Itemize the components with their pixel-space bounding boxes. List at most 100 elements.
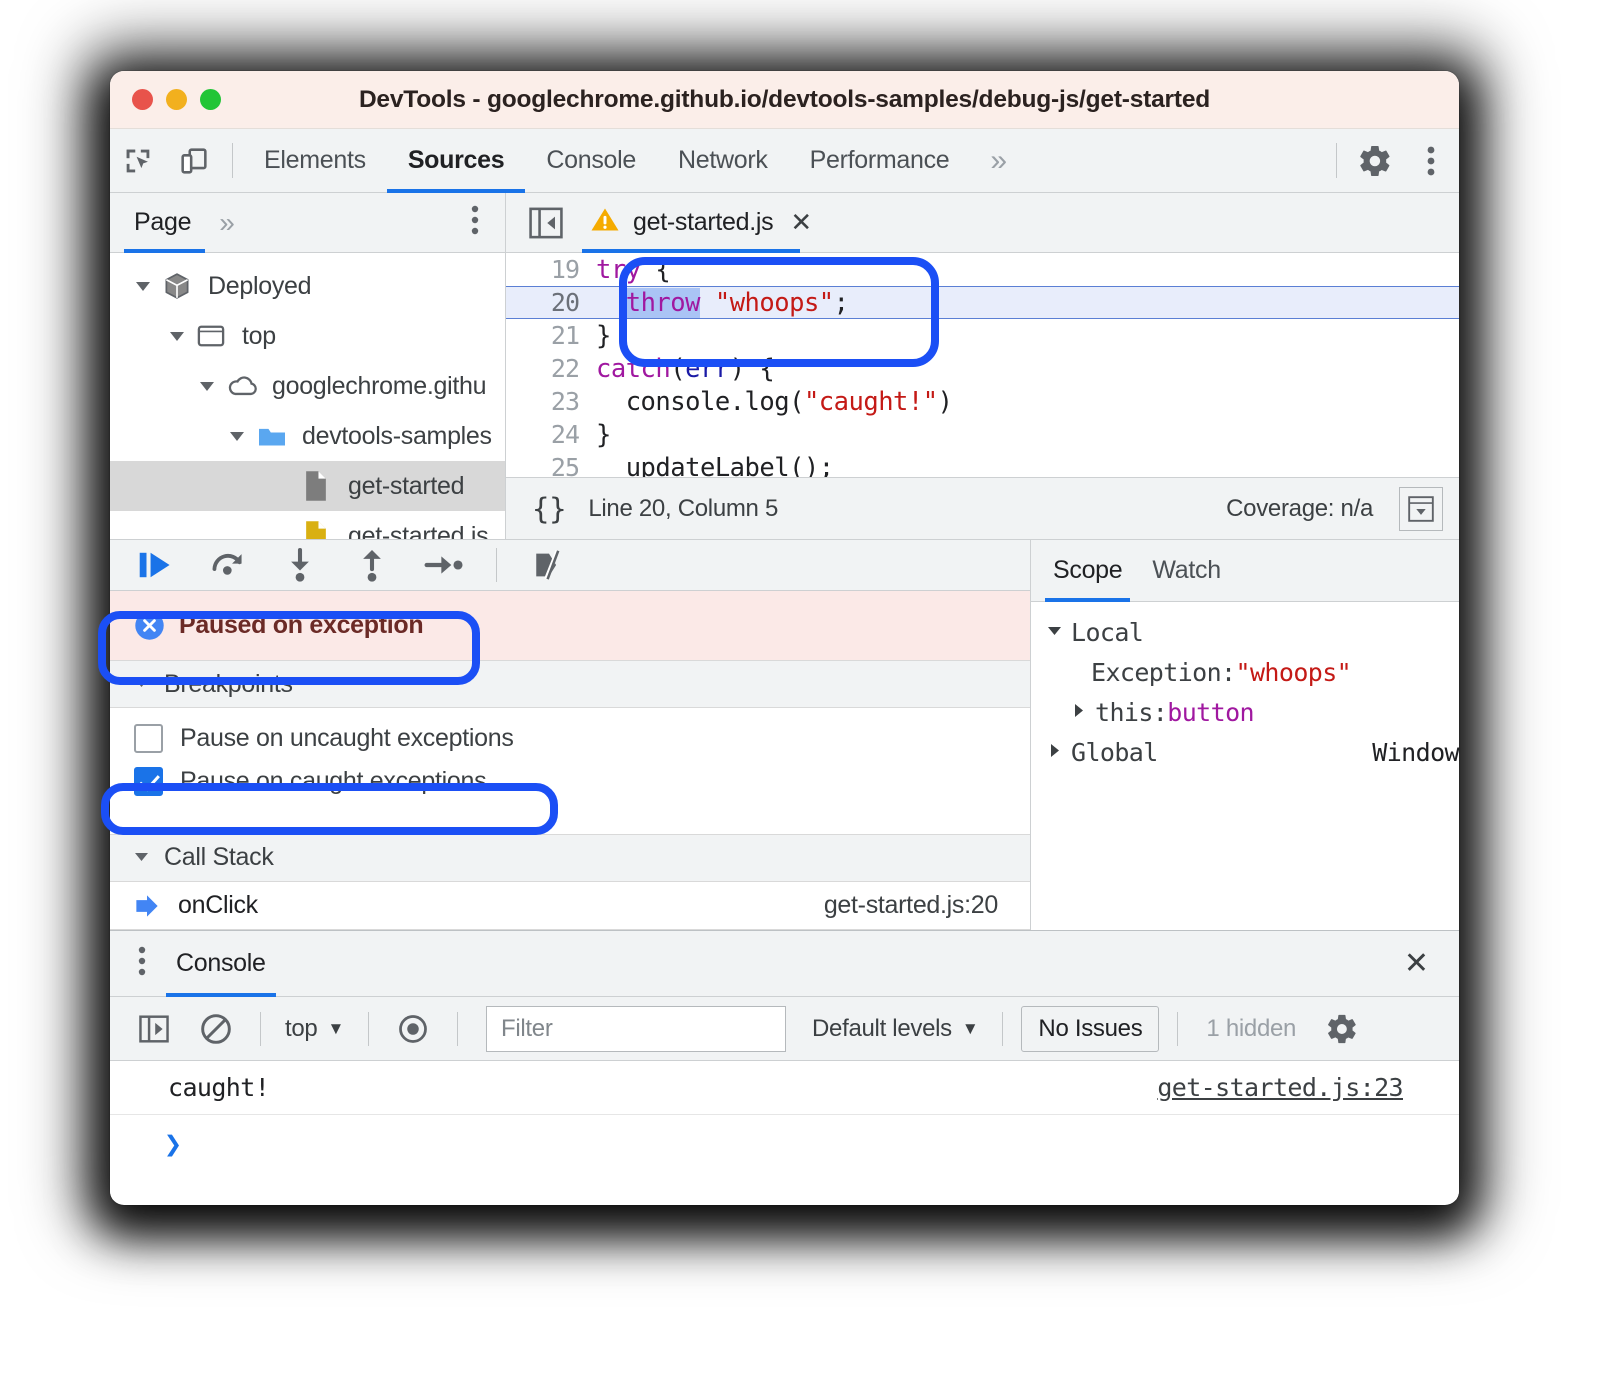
call-stack-header-label: Call Stack <box>164 843 274 872</box>
chevron-down-icon[interactable] <box>132 847 154 869</box>
editor-tab-get-started-js[interactable]: get-started.js ✕ <box>582 193 812 253</box>
editor-status-bar: {} Line 20, Column 5 Coverage: n/a <box>506 477 1459 539</box>
navigator-more-vertical-icon[interactable] <box>471 204 479 241</box>
chevron-right-icon[interactable] <box>1045 741 1067 763</box>
code-line: 23 console.log("caught!") <box>506 385 1459 418</box>
pause-exception-icon <box>134 610 165 641</box>
tab-sources[interactable]: Sources <box>386 129 526 193</box>
more-tabs-chevron-icon[interactable]: » <box>970 129 1027 192</box>
chevron-down-icon[interactable] <box>166 325 188 347</box>
console-message-row: caught! get-started.js:23 <box>110 1061 1459 1115</box>
close-icon[interactable]: ✕ <box>1404 946 1429 981</box>
code-line-current: 20 throw "whoops"; <box>506 286 1459 319</box>
chevron-down-icon[interactable] <box>132 275 154 297</box>
line-number: 19 <box>550 255 580 284</box>
show-navigator-icon[interactable] <box>528 206 564 240</box>
drawer-tabbar: Console ✕ <box>110 931 1459 997</box>
line-content: } <box>596 419 611 450</box>
inspect-element-icon[interactable] <box>110 129 166 192</box>
call-stack-section-header[interactable]: Call Stack <box>110 834 1030 883</box>
device-toolbar-icon[interactable] <box>166 129 222 192</box>
call-stack-frame-name: onClick <box>178 891 258 920</box>
chevron-down-icon: ▼ <box>327 1018 344 1038</box>
tree-label: top <box>242 321 276 350</box>
resume-script-execution-icon[interactable] <box>128 541 184 589</box>
close-icon[interactable]: ✕ <box>790 207 812 238</box>
pause-uncaught-exceptions-row[interactable]: Pause on uncaught exceptions <box>110 716 1030 759</box>
document-yellow-icon <box>302 521 336 539</box>
pause-uncaught-checkbox[interactable] <box>134 723 163 753</box>
step-icon[interactable] <box>416 541 472 589</box>
console-levels-selector[interactable]: Default levels ▼ <box>806 1015 984 1043</box>
debugger-toolbar-divider <box>496 547 497 582</box>
tree-item-deployed[interactable]: Deployed <box>110 261 505 311</box>
breakpoints-empty-space <box>110 803 1030 835</box>
tab-performance[interactable]: Performance <box>789 129 971 192</box>
screenshot-root: DevTools - googlechrome.github.io/devtoo… <box>0 0 1616 1388</box>
step-out-icon[interactable] <box>344 541 400 589</box>
no-issues-button[interactable]: No Issues <box>1021 1005 1160 1052</box>
scope-row-global[interactable]: Global Window <box>1031 732 1459 772</box>
line-content: } <box>596 320 611 351</box>
pause-caught-exceptions-row[interactable]: Pause on caught exceptions <box>110 760 1030 803</box>
clear-console-icon[interactable] <box>190 1006 242 1052</box>
step-into-icon[interactable] <box>272 541 328 589</box>
chevron-right-icon[interactable] <box>1069 701 1091 723</box>
tree-item-top[interactable]: top <box>110 311 505 361</box>
tree-item-folder[interactable]: devtools-samples <box>110 411 505 461</box>
navigator-more-chevron-icon[interactable]: » <box>219 207 235 239</box>
line-number: 22 <box>550 354 580 383</box>
pause-caught-label: Pause on caught exceptions <box>180 767 487 796</box>
breakpoints-section-header[interactable]: Breakpoints <box>110 660 1030 709</box>
step-over-icon[interactable] <box>200 541 256 589</box>
console-message-source-link[interactable]: get-started.js:23 <box>1157 1073 1403 1102</box>
scope-key: Exception: <box>1091 657 1236 687</box>
gear-icon[interactable] <box>1316 1006 1368 1052</box>
paused-on-exception-banner: Paused on exception <box>110 590 1030 661</box>
gear-icon[interactable] <box>1347 129 1403 192</box>
maximize-window-button[interactable] <box>200 89 221 110</box>
chevron-down-icon[interactable] <box>132 673 154 695</box>
tree-item-get-started-js[interactable]: get-started.js <box>110 511 505 539</box>
call-stack-frame-row[interactable]: onClick get-started.js:20 <box>110 882 1030 930</box>
console-sidebar-icon[interactable] <box>128 1006 180 1052</box>
call-stack-frame-location: get-started.js:20 <box>823 891 998 920</box>
pretty-print-icon[interactable]: {} <box>532 492 567 526</box>
scope-key: Local <box>1071 617 1144 647</box>
tab-scope[interactable]: Scope <box>1044 540 1131 602</box>
live-expression-icon[interactable] <box>387 1006 439 1052</box>
tab-elements[interactable]: Elements <box>243 129 387 192</box>
chevron-down-icon[interactable] <box>196 375 218 397</box>
console-context-selector[interactable]: top ▼ <box>279 1015 350 1043</box>
code-line: 22 catch(err) { <box>506 352 1459 385</box>
minimize-window-button[interactable] <box>166 89 187 110</box>
close-window-button[interactable] <box>132 89 153 110</box>
debugger-area: Paused on exception Breakpoints Pause on… <box>110 539 1459 930</box>
chevron-down-icon[interactable] <box>226 425 248 447</box>
tab-network[interactable]: Network <box>657 129 789 192</box>
navigator-tab-page[interactable]: Page <box>123 193 206 253</box>
chevron-down-icon[interactable] <box>1045 621 1067 643</box>
code-editor[interactable]: 19 try { 20 throw "whoops"; 21 } 22 catc… <box>506 253 1459 477</box>
console-context-label: top <box>285 1014 318 1042</box>
tab-watch[interactable]: Watch <box>1152 540 1221 601</box>
drawer-toggle-icon[interactable] <box>1399 486 1443 531</box>
tab-console[interactable]: Console <box>525 129 657 192</box>
deactivate-breakpoints-icon[interactable] <box>521 541 577 589</box>
pause-caught-checkbox[interactable] <box>134 767 163 797</box>
line-number: 24 <box>550 420 580 449</box>
scope-tabbar: Scope Watch <box>1031 540 1459 602</box>
line-number: 23 <box>550 387 580 416</box>
drawer-more-vertical-icon[interactable] <box>138 945 146 982</box>
more-vertical-icon[interactable] <box>1403 129 1459 192</box>
scope-pane: Scope Watch Local Exception: "whoops" th… <box>1031 540 1459 930</box>
console-filter-input[interactable]: Filter <box>486 1005 786 1052</box>
scope-row-this[interactable]: this: button <box>1031 692 1459 732</box>
scope-row-local[interactable]: Local <box>1031 612 1459 652</box>
drawer-tab-console[interactable]: Console <box>166 931 276 997</box>
tree-item-domain[interactable]: googlechrome.githu <box>110 361 505 411</box>
tree-item-get-started[interactable]: get-started <box>110 461 505 511</box>
hidden-messages-count: 1 hidden <box>1206 1014 1297 1042</box>
console-prompt[interactable]: ❯ <box>110 1115 1459 1173</box>
